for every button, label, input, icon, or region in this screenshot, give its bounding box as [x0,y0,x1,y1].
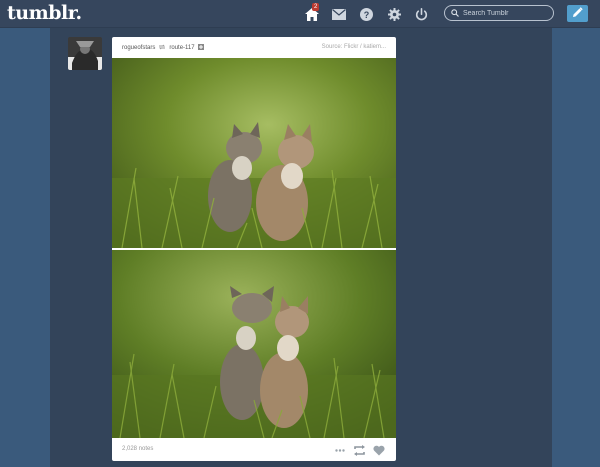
post-photo[interactable] [112,58,396,248]
reblog-source-link[interactable]: route-117 [169,45,194,51]
post-header: rogueofstars route-117 Source: Flickr / … [112,37,396,58]
post-footer: 2,028 notes [112,438,396,461]
reblog-icon[interactable] [353,444,366,456]
svg-text:?: ? [363,10,369,20]
blog-name-link[interactable]: rogueofstars [122,45,155,51]
left-gutter [0,28,50,467]
notification-badge: 2 [312,3,320,11]
power-icon[interactable] [413,6,429,22]
post-card: rogueofstars route-117 Source: Flickr / … [112,37,396,461]
notes-count[interactable]: 2,028 notes [122,446,153,452]
post-photo[interactable] [112,250,396,438]
right-gutter [552,28,600,467]
follow-icon[interactable] [197,44,204,52]
like-heart-icon[interactable] [373,444,385,456]
reblog-icon [158,44,166,52]
search-icon [451,4,459,22]
post-attribution: rogueofstars route-117 [122,44,204,52]
help-icon[interactable]: ? [358,6,374,22]
tumblr-logo[interactable]: tumblr. [7,2,82,24]
pencil-icon [572,5,583,23]
mail-icon[interactable] [331,6,347,22]
top-bar: tumblr. 2 ? [0,0,600,28]
search-box[interactable] [444,5,554,21]
gear-icon[interactable] [386,6,402,22]
avatar[interactable] [68,37,102,70]
source-link[interactable]: Source: Flickr / katiem... [322,44,386,50]
compose-button[interactable] [567,5,588,22]
search-input[interactable] [463,9,543,17]
more-options-icon[interactable] [335,444,345,456]
